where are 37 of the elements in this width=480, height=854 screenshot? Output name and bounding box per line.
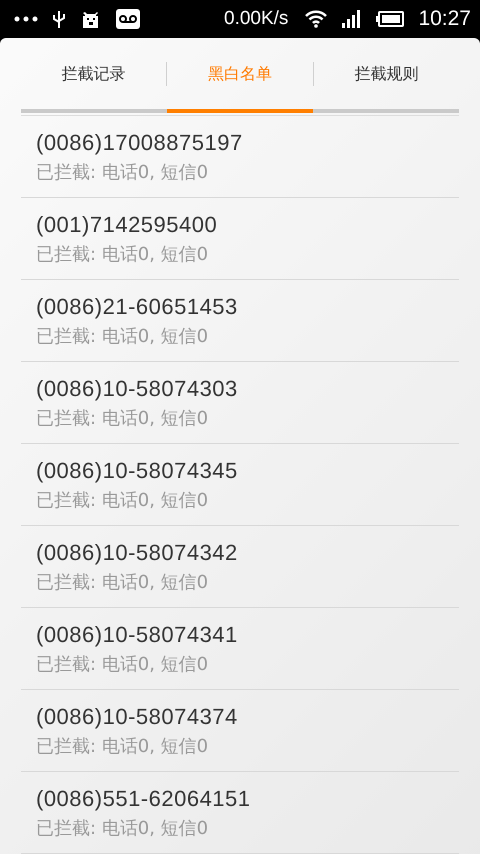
network-speed: 0.00K/s xyxy=(224,8,288,30)
tab[interactable]: 拦截规则 xyxy=(314,62,459,86)
block-summary: 已拦截: 电话0, 短信0 xyxy=(36,242,210,266)
block-summary: 已拦截: 电话0, 短信0 xyxy=(36,488,210,512)
block-summary: 已拦截: 电话0, 短信0 xyxy=(36,816,210,840)
phone-number: (0086)21-60651453 xyxy=(36,294,239,320)
voicemail-icon xyxy=(116,9,140,29)
phone-number: (0086)10-58074345 xyxy=(36,458,239,484)
block-summary: 已拦截: 电话0, 短信0 xyxy=(36,570,210,594)
phone-number: (0086)17008875197 xyxy=(36,130,244,156)
block-summary: 已拦截: 电话0, 短信0 xyxy=(36,160,210,184)
list-item[interactable]: (0086)17008875197 已拦截: 电话0, 短信0 xyxy=(21,116,459,198)
phone-number: (0086)10-58074374 xyxy=(36,704,239,730)
list-item[interactable]: (0086)10-58074342 已拦截: 电话0, 短信0 xyxy=(21,526,459,608)
list-item[interactable]: (0086)10-58074345 已拦截: 电话0, 短信0 xyxy=(21,444,459,526)
block-summary: 已拦截: 电话0, 短信0 xyxy=(36,734,210,758)
block-summary: 已拦截: 电话0, 短信0 xyxy=(36,652,210,676)
tab[interactable]: 拦截记录 xyxy=(21,62,166,86)
list-item[interactable]: (0086)21-60651453 已拦截: 电话0, 短信0 xyxy=(21,280,459,362)
phone-number: (0086)551-62064151 xyxy=(36,786,252,812)
wifi-icon xyxy=(304,10,328,28)
phone-number: (0086)10-58074303 xyxy=(36,376,239,402)
list-item[interactable]: (0086)10-58074303 已拦截: 电话0, 短信0 xyxy=(21,362,459,444)
usb-icon xyxy=(52,9,66,29)
more-icon xyxy=(14,16,38,22)
block-summary: 已拦截: 电话0, 短信0 xyxy=(36,406,210,430)
phone-number: (0086)10-58074341 xyxy=(36,622,239,648)
list-item[interactable]: (0086)10-58074341 已拦截: 电话0, 短信0 xyxy=(21,608,459,690)
battery-icon xyxy=(376,11,404,27)
block-summary: 已拦截: 电话0, 短信0 xyxy=(36,324,210,348)
list-item[interactable]: (0086)551-62064151 已拦截: 电话0, 短信0 xyxy=(21,772,459,854)
list-item[interactable]: (001)7142595400 已拦截: 电话0, 短信0 xyxy=(21,198,459,280)
phone-number: (001)7142595400 xyxy=(36,212,218,238)
clock: 10:27 xyxy=(418,7,471,31)
signal-icon xyxy=(342,10,362,28)
phone-number: (0086)10-58074342 xyxy=(36,540,239,566)
list-item[interactable]: (0086)10-58074374 已拦截: 电话0, 短信0 xyxy=(21,690,459,772)
